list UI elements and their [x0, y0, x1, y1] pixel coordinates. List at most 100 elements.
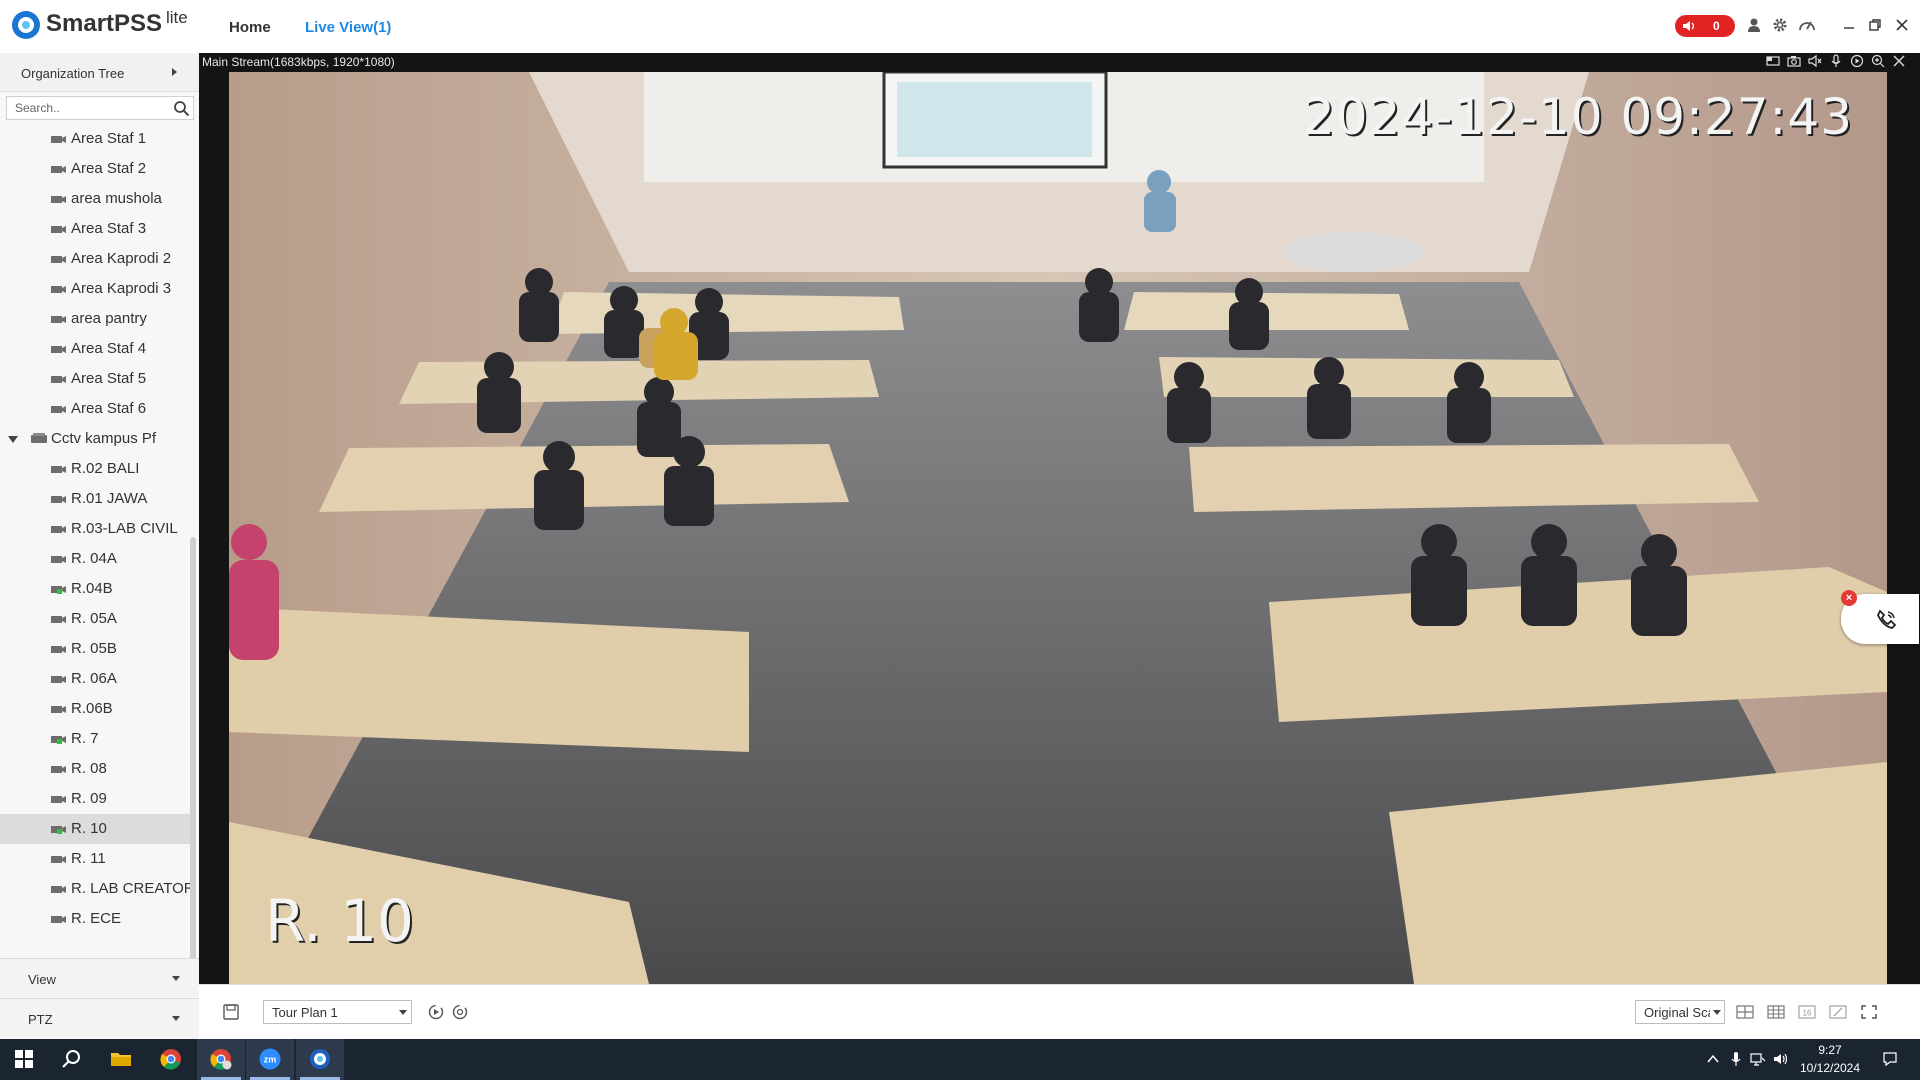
window-icon[interactable]	[1766, 54, 1780, 68]
scale-select[interactable]: Original Scale	[1635, 1000, 1725, 1024]
tree-item-r05b[interactable]: R. 05B	[0, 634, 190, 664]
record-icon[interactable]	[1850, 54, 1864, 68]
speaker-icon	[1683, 21, 1695, 31]
tree-item-r09[interactable]: R. 09	[0, 784, 190, 814]
tree-group-cctv-kampus[interactable]: Cctv kampus Pf	[0, 424, 190, 454]
snapshot-icon[interactable]	[1787, 54, 1801, 68]
camera-icon	[51, 886, 66, 893]
layout-16-icon[interactable]: 16	[1797, 1003, 1817, 1021]
chevron-down-icon	[1713, 1010, 1721, 1015]
tree-item-r7[interactable]: R. 7	[0, 724, 190, 754]
chevron-right-icon[interactable]	[172, 68, 177, 76]
chevron-down-icon	[399, 1010, 407, 1015]
search-icon[interactable]	[173, 100, 190, 117]
tree-item-area-staf-3[interactable]: Area Staf 3	[0, 214, 190, 244]
tree-item-area-pantry[interactable]: area pantry	[0, 304, 190, 334]
search-input[interactable]	[15, 100, 165, 116]
layout-label: 16	[1803, 1009, 1812, 1018]
tree-item-area-staf-4[interactable]: Area Staf 4	[0, 334, 190, 364]
tree-item-r04b[interactable]: R.04B	[0, 574, 190, 604]
microphone-icon[interactable]	[1829, 54, 1843, 68]
tree-item-area-mushola[interactable]: area mushola	[0, 184, 190, 214]
audio-icon[interactable]	[1808, 54, 1822, 68]
tree-item-area-staf-2[interactable]: Area Staf 2	[0, 154, 190, 184]
tab-home[interactable]: Home	[229, 19, 271, 36]
camera-icon	[51, 286, 66, 293]
tree-item-r11[interactable]: R. 11	[0, 844, 190, 874]
file-explorer-icon[interactable]	[97, 1039, 145, 1080]
alarm-button[interactable]: 0	[1675, 15, 1735, 37]
tree-item-r04a[interactable]: R. 04A	[0, 544, 190, 574]
tree-item-r-ece[interactable]: R. ECE	[0, 904, 190, 934]
chrome-icon[interactable]	[147, 1039, 195, 1080]
tree-item-r-lab-creator[interactable]: R. LAB CREATOR	[0, 874, 190, 904]
tab-live-view[interactable]: Live View(1)	[305, 19, 391, 36]
ptz-section-header[interactable]: PTZ	[0, 998, 199, 1037]
restore-icon[interactable]	[1866, 16, 1884, 34]
microphone-tray-icon[interactable]	[1728, 1051, 1744, 1067]
tree-item-r10[interactable]: R. 10	[0, 814, 190, 844]
camera-icon	[51, 256, 66, 263]
tree-item-r02-bali[interactable]: R.02 BALI	[0, 454, 190, 484]
tree-item-label: R.04B	[71, 580, 113, 597]
custom-layout-icon[interactable]	[1828, 1003, 1848, 1021]
tour-plan-value: Tour Plan 1	[272, 1005, 338, 1020]
zoom-app-icon[interactable]: zm	[246, 1039, 294, 1080]
search-box	[6, 96, 194, 120]
camera-icon	[51, 346, 66, 353]
close-icon[interactable]	[1893, 16, 1911, 34]
tree-group-label: Cctv kampus Pf	[51, 430, 157, 447]
camera-name-overlay: R. 10	[265, 887, 414, 955]
tree-item-label: R. 06A	[71, 670, 117, 687]
close-video-icon[interactable]	[1892, 54, 1906, 68]
tree-item-r05a[interactable]: R. 05A	[0, 604, 190, 634]
expand-caret-icon[interactable]	[8, 436, 18, 443]
organization-tree-header[interactable]: Organization Tree	[0, 53, 199, 92]
tree-item-label: Area Kaprodi 3	[71, 280, 172, 297]
tree-item-area-staf-1[interactable]: Area Staf 1	[0, 124, 190, 154]
chevron-up-icon[interactable]	[1705, 1051, 1721, 1067]
tree-vertical-scrollbar[interactable]	[190, 537, 196, 997]
volume-icon[interactable]	[1773, 1051, 1789, 1067]
minimize-icon[interactable]	[1840, 16, 1858, 34]
performance-icon[interactable]	[1798, 16, 1816, 34]
tour-start-icon[interactable]	[426, 1003, 446, 1021]
tree-item-r03-lab-civil[interactable]: R.03-LAB CIVIL	[0, 514, 190, 544]
camera-video-feed[interactable]: 2024-12-10 09:27:43 R. 10	[229, 72, 1887, 984]
tree-item-r01-jawa[interactable]: R.01 JAWA	[0, 484, 190, 514]
zoom-icon[interactable]	[1871, 54, 1885, 68]
clock-time[interactable]: 9:27	[1788, 1043, 1872, 1057]
clock-date[interactable]: 10/12/2024	[1788, 1061, 1872, 1075]
user-icon[interactable]	[1745, 16, 1763, 34]
layout-9-icon[interactable]	[1766, 1003, 1786, 1021]
notification-icon[interactable]	[1882, 1051, 1898, 1067]
tree-item-area-staf-5[interactable]: Area Staf 5	[0, 364, 190, 394]
smartpss-logo-icon	[12, 11, 40, 39]
tree-item-r06a[interactable]: R. 06A	[0, 664, 190, 694]
tour-plan-select[interactable]: Tour Plan 1	[263, 1000, 412, 1024]
fullscreen-icon[interactable]	[1859, 1003, 1879, 1021]
camera-icon	[51, 646, 66, 653]
ptz-section-label: PTZ	[28, 1012, 53, 1027]
layout-4-icon[interactable]	[1735, 1003, 1755, 1021]
tree-item-label: R.06B	[71, 700, 113, 717]
phone-icon	[1877, 609, 1897, 629]
network-icon[interactable]	[1750, 1051, 1766, 1067]
view-section-header[interactable]: View	[0, 958, 199, 997]
tree-item-area-kaprodi-2[interactable]: Area Kaprodi 2	[0, 244, 190, 274]
tree-item-label: R. 09	[71, 790, 107, 807]
smartpss-taskbar-icon[interactable]	[296, 1039, 344, 1080]
tree-item-area-kaprodi-3[interactable]: Area Kaprodi 3	[0, 274, 190, 304]
camera-icon	[51, 496, 66, 503]
search-icon[interactable]	[48, 1039, 96, 1080]
settings-icon[interactable]	[1771, 16, 1789, 34]
tree-item-r08[interactable]: R. 08	[0, 754, 190, 784]
tree-item-r06b[interactable]: R.06B	[0, 694, 190, 724]
tree-item-area-staf-6[interactable]: Area Staf 6	[0, 394, 190, 424]
windows-start-icon[interactable]	[0, 1039, 48, 1080]
tour-settings-icon[interactable]	[450, 1003, 470, 1021]
call-widget[interactable]: ×	[1841, 590, 1919, 644]
save-view-icon[interactable]	[221, 1003, 241, 1021]
call-close-icon[interactable]: ×	[1841, 590, 1857, 606]
chrome-profile-icon[interactable]	[197, 1039, 245, 1080]
